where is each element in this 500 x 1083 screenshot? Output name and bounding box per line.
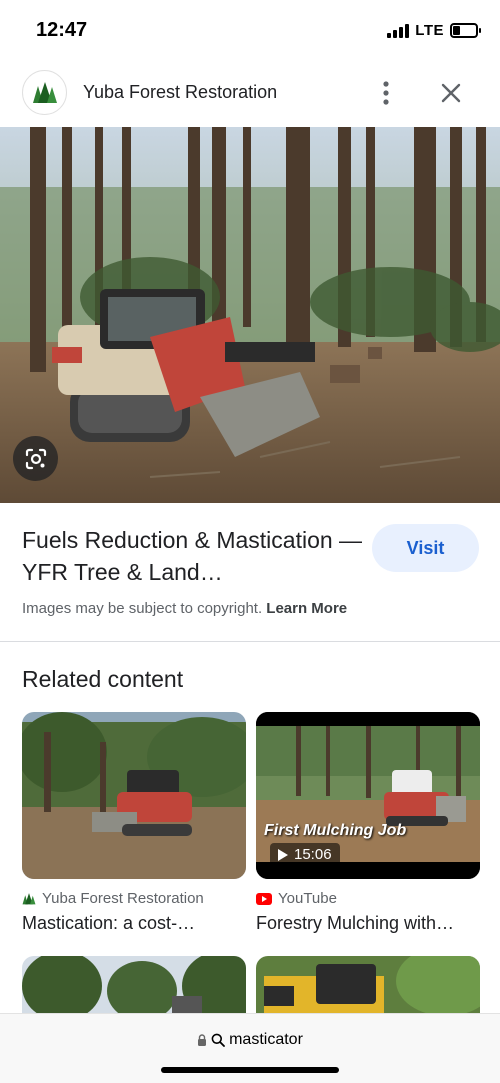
- related-card[interactable]: Yuba Forest Restoration Mastication: a c…: [22, 712, 246, 934]
- tree-logo-icon: [22, 892, 36, 904]
- divider: [0, 641, 500, 642]
- card-source-label: YouTube: [278, 890, 337, 907]
- copyright-text: Images may be subject to copyright.: [22, 600, 263, 617]
- learn-more-link[interactable]: Learn More: [266, 600, 347, 617]
- search-icon: [211, 1033, 225, 1047]
- lock-icon: [198, 1034, 207, 1046]
- result-title[interactable]: Fuels Reduction & Mastication — YFR Tree…: [22, 524, 367, 588]
- card-source-label: Yuba Forest Restoration: [42, 890, 204, 907]
- more-vert-icon[interactable]: [372, 76, 400, 110]
- hero-image[interactable]: [0, 127, 500, 503]
- site-header: Yuba Forest Restoration: [0, 62, 500, 126]
- close-icon[interactable]: [434, 76, 468, 110]
- youtube-icon: [256, 892, 272, 905]
- video-overlay-text: First Mulching Job: [264, 822, 407, 839]
- forest-masticator-photo: [0, 127, 500, 503]
- related-card-partial[interactable]: [22, 956, 246, 1016]
- card-title[interactable]: Forestry Mulching with…: [256, 913, 480, 934]
- browser-bottom-bar: masticator: [0, 1013, 500, 1083]
- video-thumbnail[interactable]: First Mulching Job 15:06: [256, 712, 480, 879]
- related-card[interactable]: First Mulching Job 15:06 YouTube Forestr…: [256, 712, 480, 934]
- play-icon: [278, 848, 288, 861]
- visit-button[interactable]: Visit: [372, 524, 479, 572]
- site-logo-icon[interactable]: [22, 70, 67, 115]
- url-text[interactable]: masticator: [229, 1031, 303, 1049]
- address-bar[interactable]: masticator: [0, 1031, 500, 1049]
- status-icons: LTE: [387, 22, 481, 39]
- status-time: 12:47: [36, 19, 88, 41]
- machinery-thumbnail-photo: [256, 956, 480, 1016]
- video-duration: 15:06: [270, 843, 340, 866]
- card-source: YouTube: [256, 890, 480, 907]
- signal-icon: [387, 23, 410, 38]
- forest-thumbnail-photo: [22, 956, 246, 1016]
- lens-icon[interactable]: [13, 436, 58, 481]
- status-bar: 12:47 LTE: [0, 0, 500, 62]
- duration-label: 15:06: [294, 846, 332, 863]
- related-content-heading: Related content: [22, 666, 184, 692]
- network-type: LTE: [415, 22, 444, 39]
- card-thumbnail[interactable]: [22, 712, 246, 879]
- home-indicator[interactable]: [161, 1067, 339, 1073]
- card-source: Yuba Forest Restoration: [22, 890, 246, 907]
- card-title[interactable]: Mastication: a cost-…: [22, 913, 246, 934]
- site-name[interactable]: Yuba Forest Restoration: [83, 82, 277, 103]
- copyright-notice: Images may be subject to copyright. Lear…: [22, 600, 347, 617]
- battery-icon: [450, 23, 481, 38]
- related-card-partial[interactable]: [256, 956, 480, 1016]
- masticator-clearing-photo: [22, 712, 246, 879]
